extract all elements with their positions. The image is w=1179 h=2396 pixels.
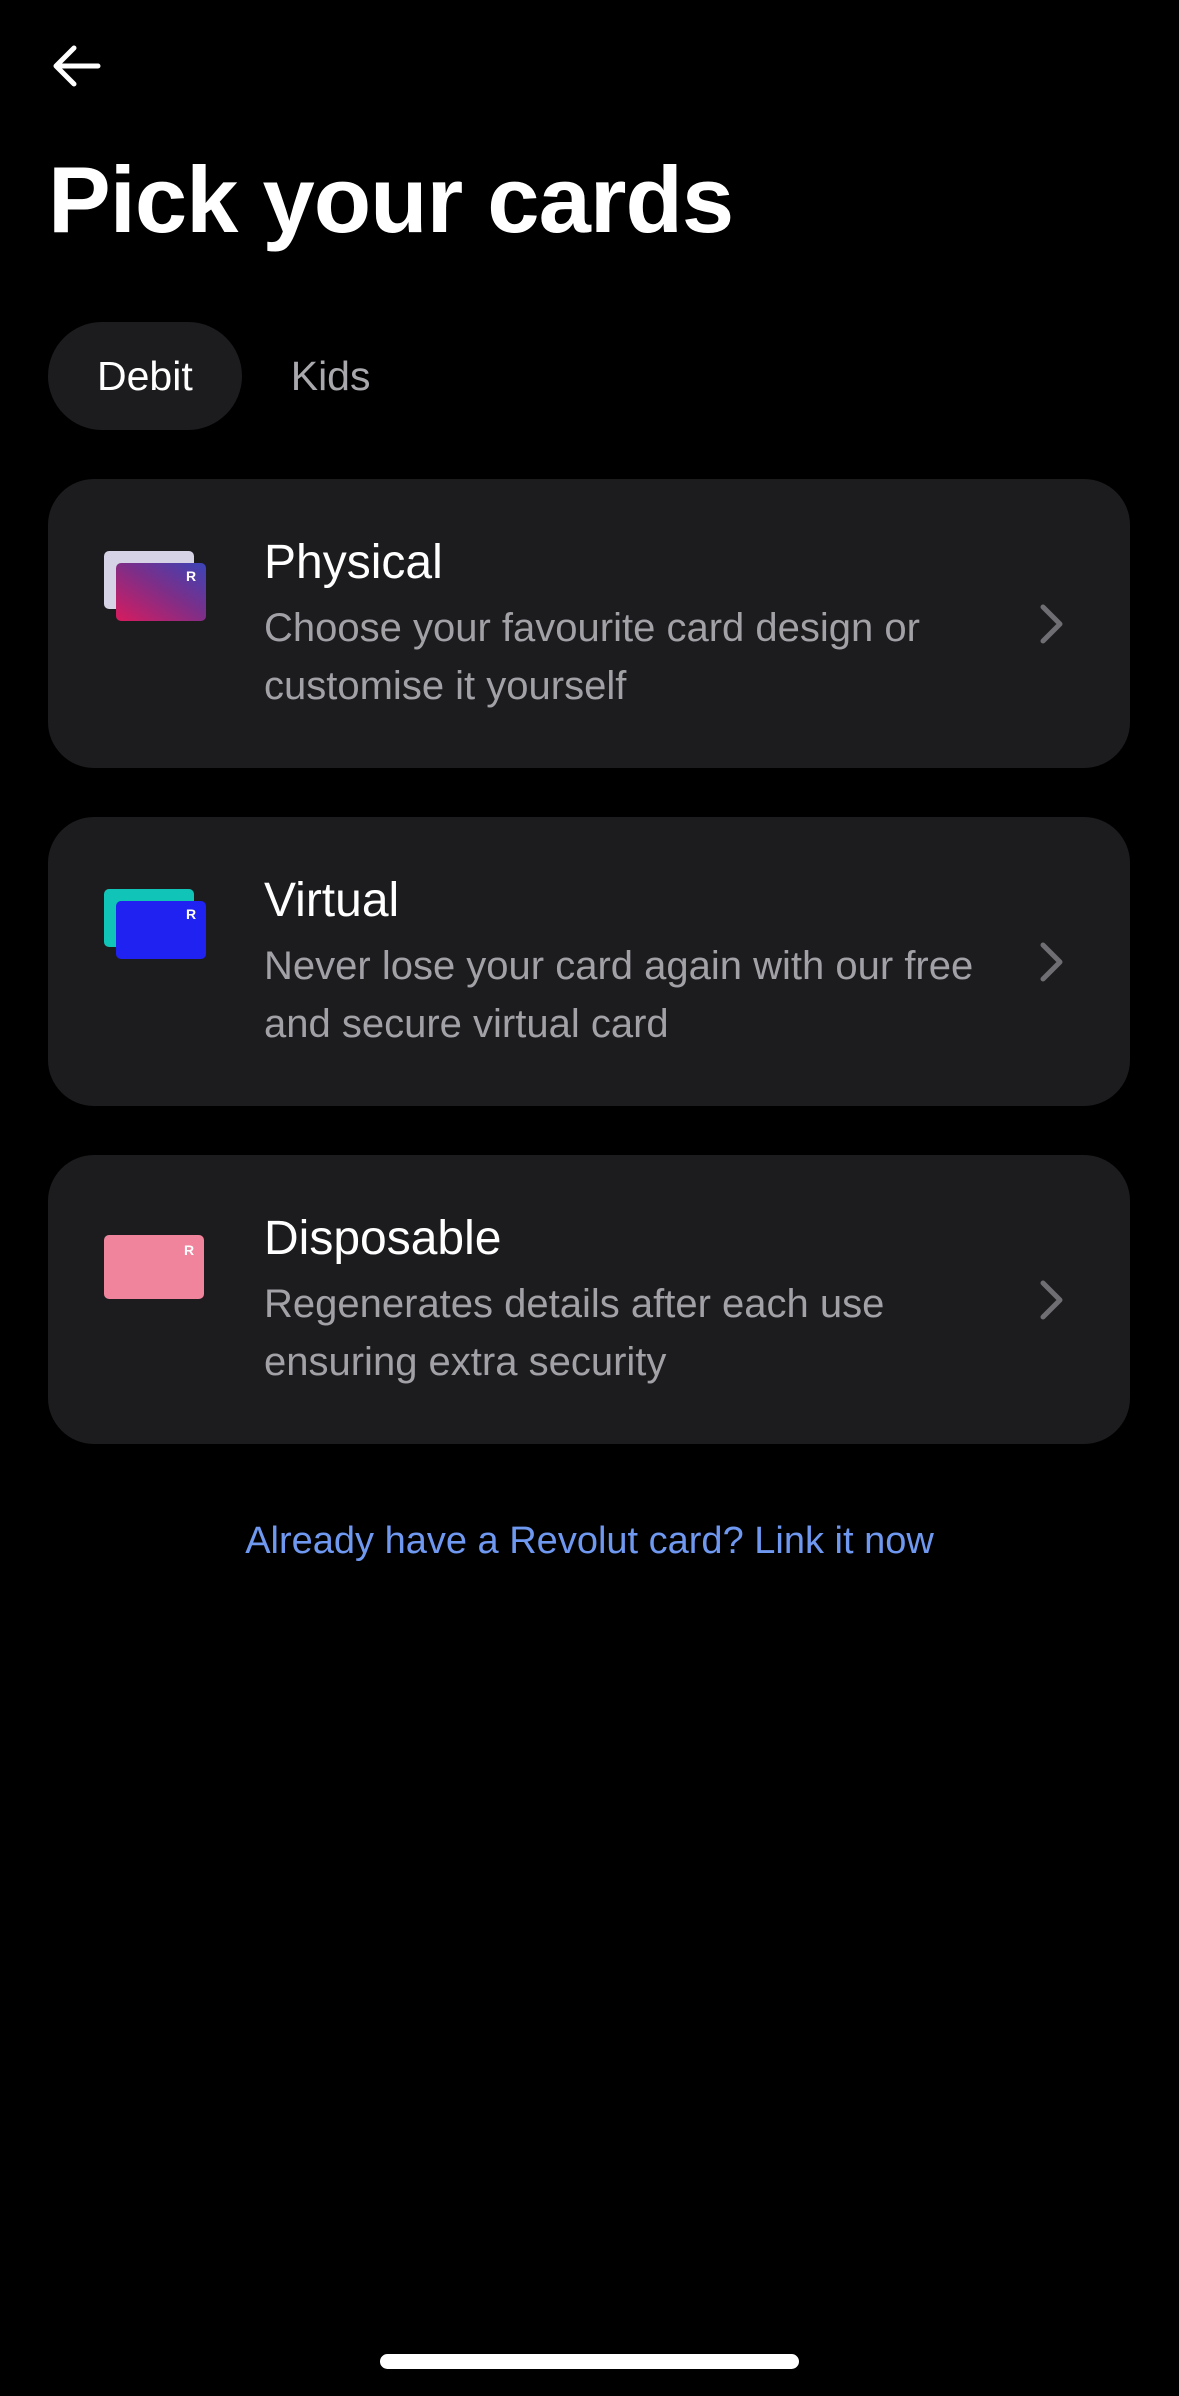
chevron-right-icon (1040, 604, 1063, 643)
back-button[interactable] (40, 34, 112, 98)
option-title: Disposable (264, 1212, 502, 1265)
virtual-card-icon: R (104, 889, 206, 961)
disposable-card-icon: R (104, 1229, 206, 1301)
virtual-card-option[interactable]: R Virtual Never lose your card again wit… (48, 817, 1130, 1106)
option-title: Virtual (264, 874, 400, 927)
arrow-left-icon (53, 45, 101, 87)
card-brand-mark: R (184, 1242, 195, 1258)
tab-debit[interactable]: Debit (48, 322, 242, 430)
option-title: Physical (264, 536, 443, 589)
page-title: Pick your cards (48, 147, 734, 252)
disposable-card-option[interactable]: R Disposable Regenerates details after e… (48, 1155, 1130, 1444)
link-existing-card-link[interactable]: Already have a Revolut card? Link it now (0, 1520, 1179, 1563)
physical-card-option[interactable]: R Physical Choose your favourite card de… (48, 479, 1130, 768)
option-description: Never lose your card again with our free… (264, 944, 974, 1046)
chevron-right-icon (1040, 1280, 1063, 1319)
card-type-tabs: Debit Kids (48, 322, 419, 430)
card-brand-mark: R (186, 568, 197, 584)
physical-card-icon: R (104, 551, 206, 623)
tab-kids[interactable]: Kids (242, 322, 420, 430)
chevron-right-icon (1040, 942, 1063, 981)
card-brand-mark: R (186, 906, 197, 922)
option-description: Regenerates details after each use ensur… (264, 1282, 885, 1384)
option-description: Choose your favourite card design or cus… (264, 606, 920, 708)
home-indicator[interactable] (380, 2354, 799, 2369)
